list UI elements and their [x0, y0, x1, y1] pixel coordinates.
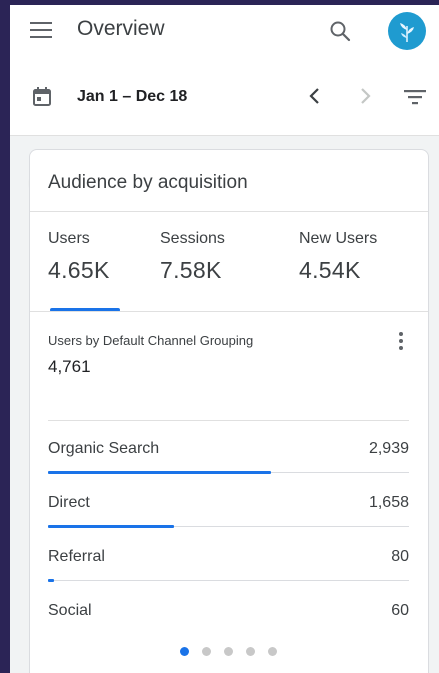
- avatar[interactable]: [388, 12, 426, 50]
- channel-count: 2,939: [368, 440, 409, 457]
- app-bar: Overview: [10, 5, 439, 61]
- more-vert-icon[interactable]: [394, 332, 408, 358]
- metric-value: 7.58K: [160, 257, 222, 283]
- filter-icon[interactable]: [404, 87, 426, 107]
- channel-count: 80: [391, 548, 409, 565]
- channel-row-social[interactable]: Social 60: [48, 582, 409, 636]
- channel-row-direct[interactable]: Direct 1,658: [48, 474, 409, 528]
- pagination-dots: [180, 647, 280, 659]
- channel-name: Organic Search: [48, 440, 160, 457]
- channel-name: Social: [48, 602, 92, 619]
- date-range-bar: Jan 1 – Dec 18: [10, 61, 439, 191]
- channel-row-organic-search[interactable]: Organic Search 2,939: [48, 420, 409, 474]
- tab-divider: [30, 311, 428, 312]
- hamburger-menu-icon[interactable]: [30, 22, 52, 40]
- calendar-icon: [33, 87, 51, 106]
- plant-avatar-icon: [400, 23, 414, 42]
- card-title: Audience by acquisition: [48, 172, 248, 193]
- page-dot[interactable]: [224, 647, 233, 656]
- tab-users[interactable]: Users 4.65K: [48, 230, 110, 284]
- audience-acquisition-card: Audience by acquisition Users 4.65K Sess…: [29, 149, 429, 673]
- channel-count: 60: [391, 602, 409, 619]
- page-dot[interactable]: [246, 647, 255, 656]
- channel-row-referral[interactable]: Referral 80: [48, 528, 409, 582]
- chevron-right-icon[interactable]: [354, 85, 376, 107]
- channel-count: 1,658: [368, 494, 409, 511]
- page-dot[interactable]: [180, 647, 189, 656]
- channel-bar-track: [48, 580, 409, 581]
- app-screen: Overview Jan 1 – Dec 18 Audience by acqu…: [10, 5, 439, 673]
- metric-value: 4.65K: [48, 257, 110, 283]
- page-dot[interactable]: [268, 647, 277, 656]
- channel-name: Direct: [48, 494, 90, 511]
- page-dot[interactable]: [202, 647, 211, 656]
- breakdown-title: Users by Default Channel Grouping: [48, 333, 254, 348]
- metric-label: Users: [48, 230, 90, 247]
- metric-value: 4.54K: [299, 257, 361, 283]
- chevron-left-icon[interactable]: [304, 85, 326, 107]
- channel-name: Referral: [48, 548, 105, 565]
- breakdown-total: 4,761: [48, 357, 91, 376]
- tab-new-users[interactable]: New Users 4.54K: [299, 230, 377, 284]
- tab-sessions[interactable]: Sessions 7.58K: [160, 230, 225, 284]
- search-icon[interactable]: [328, 19, 352, 43]
- device-frame-left: [0, 0, 10, 673]
- card-divider: [30, 211, 428, 212]
- metric-label: Sessions: [160, 230, 225, 247]
- page-title: Overview: [77, 17, 165, 40]
- metric-label: New Users: [299, 230, 378, 247]
- date-range-label[interactable]: Jan 1 – Dec 18: [77, 88, 187, 106]
